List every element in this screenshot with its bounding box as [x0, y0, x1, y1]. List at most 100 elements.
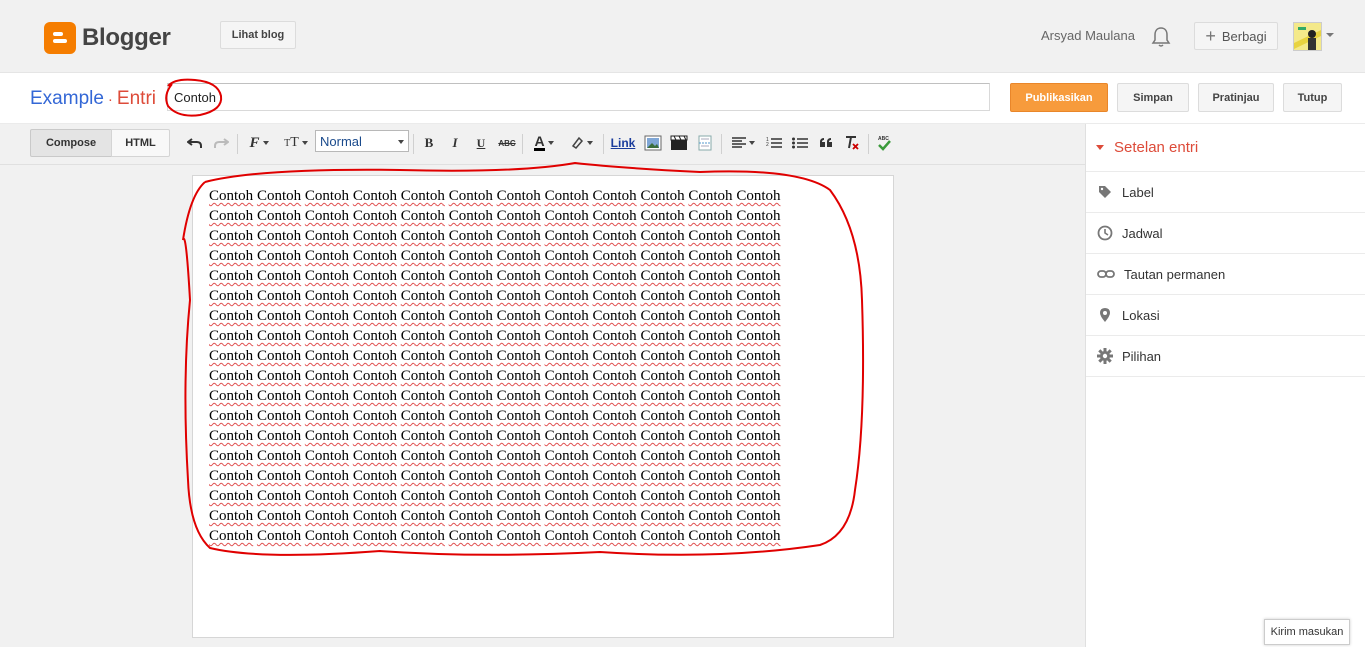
body-word: Contoh: [256, 388, 302, 404]
font-size-icon[interactable]: TT: [281, 134, 311, 152]
body-word: Contoh: [592, 188, 637, 204]
body-word: Contoh: [209, 268, 254, 284]
post-body-editor[interactable]: Contoh Contoh Contoh Contoh Contoh Conto…: [192, 175, 894, 638]
body-word: Contoh: [736, 348, 781, 364]
body-text-line: Contoh Contoh Contoh Contoh Contoh Conto…: [209, 206, 829, 226]
body-text-line: Contoh Contoh Contoh Contoh Contoh Conto…: [209, 346, 829, 366]
body-word: Contoh: [496, 508, 541, 524]
body-word: Contoh: [209, 488, 254, 504]
post-settings-title: Setelan entri: [1114, 139, 1199, 156]
notification-bell-icon[interactable]: [1151, 26, 1171, 51]
body-word: Contoh: [640, 508, 685, 524]
underline-icon[interactable]: U: [473, 134, 489, 152]
body-word: Contoh: [592, 348, 637, 364]
compose-mode-button[interactable]: Compose: [30, 129, 112, 157]
body-word: Contoh: [256, 208, 302, 224]
body-word: Contoh: [304, 528, 350, 544]
save-button[interactable]: Simpan: [1117, 83, 1189, 112]
sidebar-item-schedule[interactable]: Jadwal: [1086, 213, 1365, 254]
html-mode-button[interactable]: HTML: [111, 129, 170, 157]
body-word: Contoh: [496, 188, 541, 204]
body-text-line: Contoh Contoh Contoh Contoh Contoh Conto…: [209, 286, 829, 306]
sidebar-item-location[interactable]: Lokasi: [1086, 295, 1365, 336]
body-word: Contoh: [448, 308, 493, 324]
body-word: Contoh: [688, 428, 733, 444]
preview-button[interactable]: Pratinjau: [1198, 83, 1274, 112]
strikethrough-icon[interactable]: ABC: [497, 134, 517, 152]
body-word: Contoh: [352, 328, 397, 344]
body-word: Contoh: [736, 468, 781, 484]
paragraph-format-select[interactable]: Normal: [315, 130, 409, 152]
send-feedback-button[interactable]: Kirim masukan: [1264, 619, 1350, 645]
view-blog-button[interactable]: Lihat blog: [220, 21, 296, 49]
bold-icon[interactable]: B: [421, 134, 437, 152]
body-word: Contoh: [448, 268, 493, 284]
body-word: Contoh: [544, 428, 589, 444]
blogger-logo[interactable]: Blogger: [44, 22, 171, 54]
body-word: Contoh: [352, 248, 397, 264]
highlight-icon[interactable]: [567, 134, 595, 152]
body-word: Contoh: [544, 448, 589, 464]
body-word: Contoh: [400, 368, 445, 384]
jump-break-icon[interactable]: [695, 134, 715, 152]
sidebar-item-label[interactable]: Label: [1086, 172, 1365, 213]
body-word: Contoh: [496, 368, 541, 384]
body-word: Contoh: [544, 388, 589, 404]
sidebar-item-permalink[interactable]: Tautan permanen: [1086, 254, 1365, 295]
account-menu-chevron-down-icon[interactable]: [1326, 33, 1334, 37]
breadcrumb-separator: ·: [107, 91, 113, 108]
body-word: Contoh: [400, 448, 445, 464]
sidebar-item-options[interactable]: Pilihan: [1086, 336, 1365, 377]
body-word: Contoh: [400, 408, 445, 424]
share-button[interactable]: + Berbagi: [1194, 22, 1278, 50]
body-word: Contoh: [592, 508, 637, 524]
body-word: Contoh: [352, 368, 397, 384]
collapse-triangle-icon: [1096, 145, 1104, 150]
link-button[interactable]: Link: [610, 134, 636, 152]
body-word: Contoh: [352, 428, 397, 444]
body-word: Contoh: [688, 348, 733, 364]
body-word: Contoh: [736, 388, 781, 404]
post-title-input[interactable]: Contoh: [167, 83, 990, 111]
clear-format-icon[interactable]: [843, 134, 861, 152]
body-word: Contoh: [592, 488, 637, 504]
font-family-icon[interactable]: F: [245, 134, 273, 152]
body-word: Contoh: [256, 368, 302, 384]
publish-button[interactable]: Publikasikan: [1010, 83, 1108, 112]
spellcheck-icon[interactable]: ABC: [874, 134, 894, 152]
body-word: Contoh: [688, 388, 733, 404]
body-word: Contoh: [304, 508, 350, 524]
body-word: Contoh: [352, 308, 397, 324]
body-text-line: Contoh Contoh Contoh Contoh Contoh Conto…: [209, 406, 829, 426]
body-word: Contoh: [496, 448, 541, 464]
numbered-list-icon[interactable]: 12: [765, 134, 783, 152]
undo-icon[interactable]: [186, 134, 204, 152]
redo-icon[interactable]: [212, 134, 230, 152]
body-word: Contoh: [209, 368, 254, 384]
post-settings-sidebar: Setelan entri Label Jadwal Tautan perman…: [1085, 124, 1365, 647]
quote-icon[interactable]: [817, 134, 835, 152]
video-icon[interactable]: [669, 134, 689, 152]
text-color-icon[interactable]: A: [530, 134, 558, 152]
user-name[interactable]: Arsyad Maulana: [1041, 28, 1135, 43]
post-settings-header[interactable]: Setelan entri: [1086, 124, 1365, 172]
breadcrumb-blog-name[interactable]: Example: [30, 88, 104, 109]
close-button[interactable]: Tutup: [1283, 83, 1342, 112]
avatar[interactable]: [1293, 22, 1322, 51]
italic-icon[interactable]: I: [447, 134, 463, 152]
bulleted-list-icon[interactable]: [791, 134, 809, 152]
align-icon[interactable]: [728, 134, 758, 152]
svg-text:ABC: ABC: [878, 136, 889, 142]
body-word: Contoh: [256, 508, 302, 524]
body-word: Contoh: [544, 208, 589, 224]
body-word: Contoh: [304, 368, 350, 384]
body-word: Contoh: [640, 188, 685, 204]
body-text-line: Contoh Contoh Contoh Contoh Contoh Conto…: [209, 306, 829, 326]
body-word: Contoh: [448, 228, 493, 244]
post-body-text[interactable]: Contoh Contoh Contoh Contoh Contoh Conto…: [209, 186, 829, 546]
body-word: Contoh: [544, 188, 589, 204]
body-word: Contoh: [688, 288, 733, 304]
body-word: Contoh: [256, 288, 302, 304]
body-word: Contoh: [496, 528, 541, 544]
image-icon[interactable]: [643, 134, 663, 152]
